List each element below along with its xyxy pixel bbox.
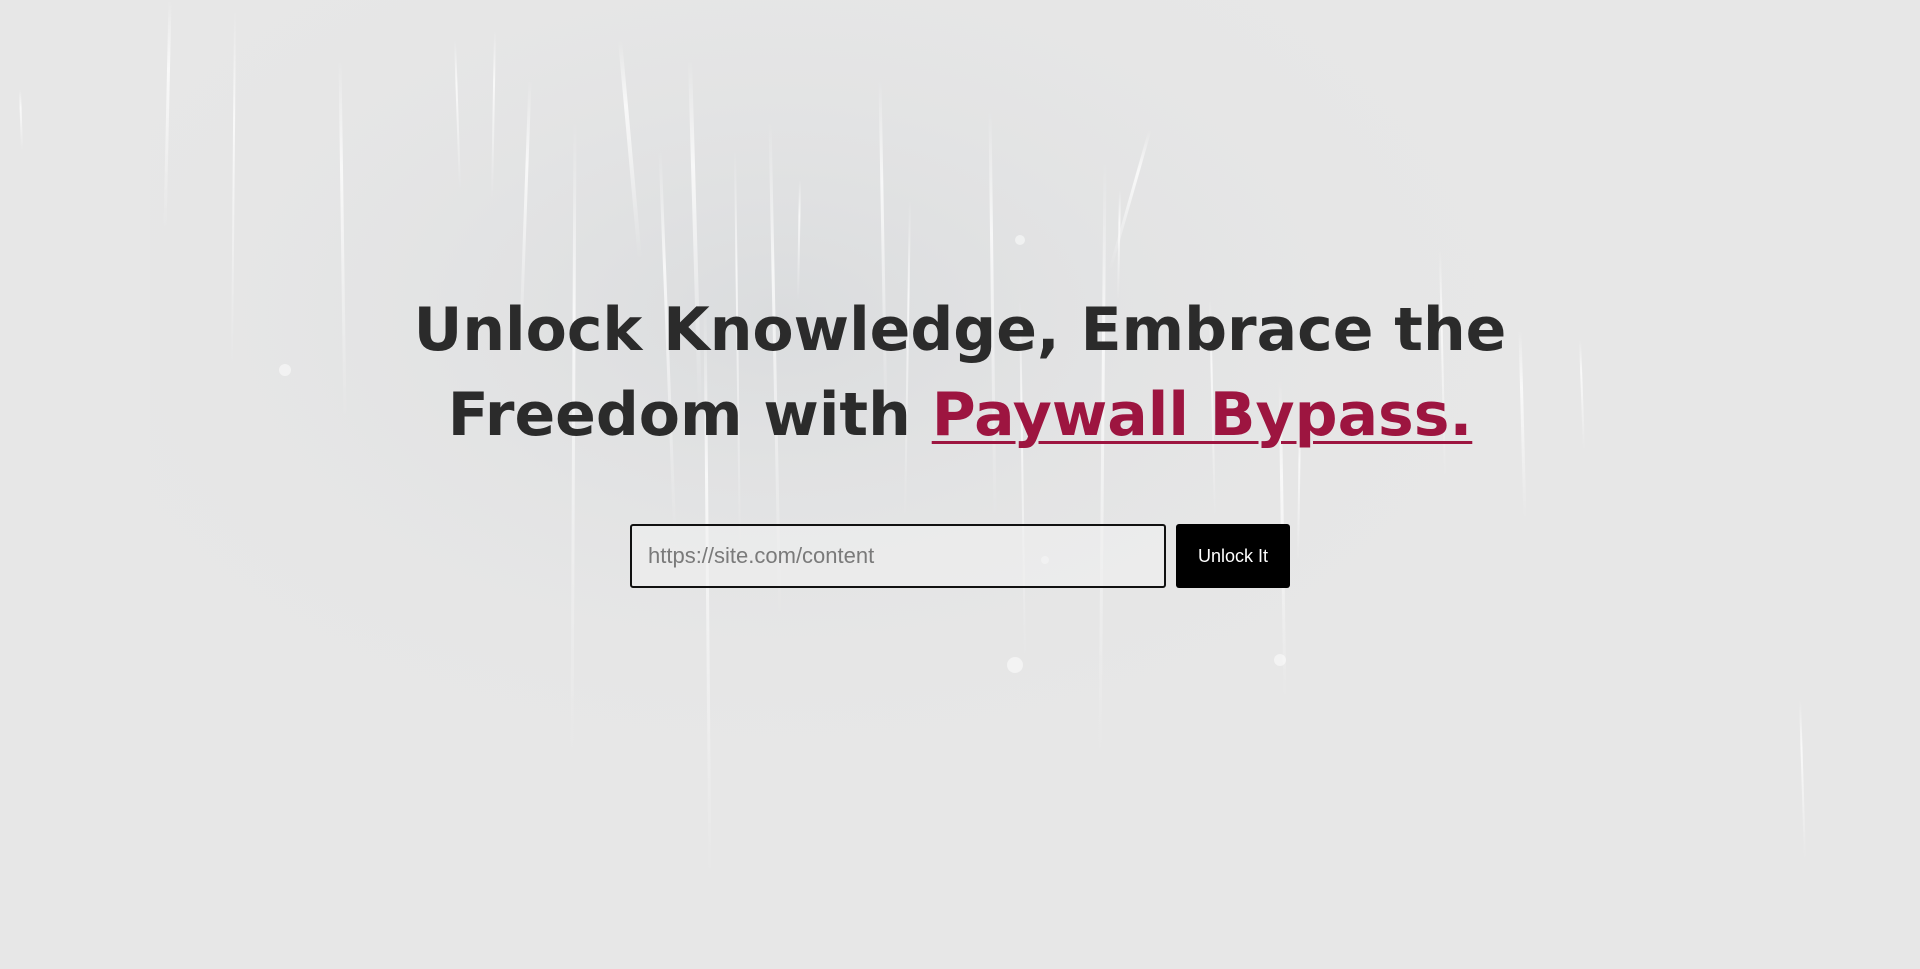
unlock-form: Unlock It [630,524,1290,588]
unlock-button[interactable]: Unlock It [1176,524,1290,588]
paywall-bypass-link[interactable]: Paywall Bypass. [932,380,1473,450]
hero-section: Unlock Knowledge, Embrace the Freedom wi… [0,288,1920,458]
headline-line-1: Unlock Knowledge, Embrace the [413,295,1507,365]
url-input[interactable] [630,524,1166,588]
rain-streaks-background [0,0,1920,969]
headline-line-2-prefix: Freedom with [447,380,911,450]
hero-headline: Unlock Knowledge, Embrace the Freedom wi… [410,288,1510,458]
